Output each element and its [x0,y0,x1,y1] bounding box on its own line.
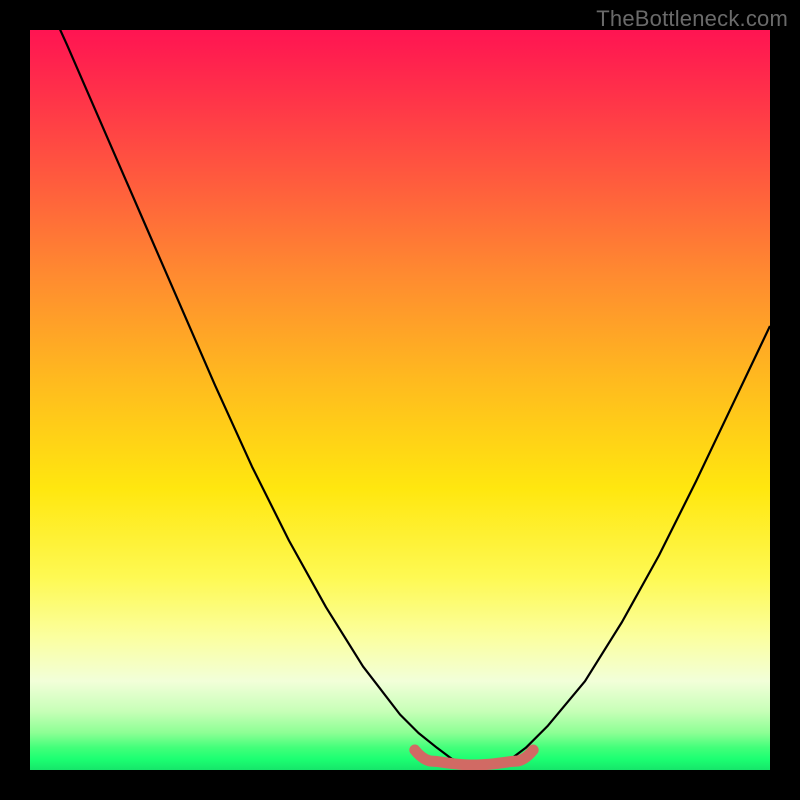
flat-bottom-highlight [415,750,533,765]
curve-svg [30,30,770,770]
plot-area [30,30,770,770]
bottleneck-curve-line [30,30,770,766]
chart-stage: TheBottleneck.com [0,0,800,800]
watermark-text: TheBottleneck.com [596,6,788,32]
